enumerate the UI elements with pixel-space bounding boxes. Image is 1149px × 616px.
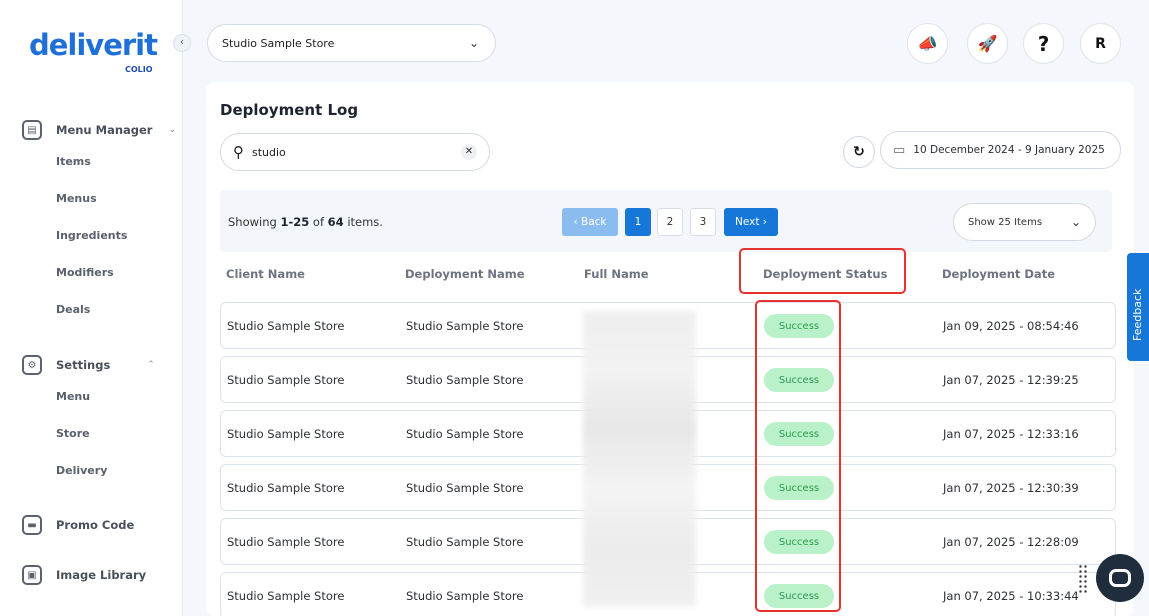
feedback-tab[interactable]: Feedback [1127, 253, 1149, 361]
search-icon: ⚲ [233, 143, 244, 161]
cell-client-name: Studio Sample Store [227, 427, 345, 441]
cell-deployment-date: Jan 07, 2025 - 12:33:16 [943, 427, 1079, 441]
sidebar-group-menu-manager[interactable]: ▤ Menu Manager ⌄ [22, 120, 176, 140]
cell-deployment-date: Jan 07, 2025 - 12:30:39 [943, 481, 1079, 495]
gear-icon: ⚙ [22, 355, 42, 375]
announcement-button[interactable]: 📣 [907, 23, 948, 64]
showing-prefix: Showing [228, 215, 281, 229]
cell-deployment-date: Jan 07, 2025 - 12:28:09 [943, 535, 1079, 549]
search-input[interactable] [252, 145, 461, 159]
showing-count: Showing 1-25 of 64 items. [228, 215, 383, 229]
cell-deployment-name: Studio Sample Store [406, 481, 524, 495]
page-title: Deployment Log [220, 101, 359, 119]
next-button[interactable]: Next › [724, 208, 778, 236]
showing-total: 64 [327, 215, 344, 229]
column-header-deployment-date[interactable]: Deployment Date [942, 267, 1055, 281]
chevron-down-icon[interactable]: ⌄ [168, 125, 176, 135]
chat-button[interactable] [1096, 554, 1144, 602]
avatar-initial: R [1095, 35, 1106, 52]
showing-range: 1-25 [280, 215, 310, 229]
sidebar-item-menu[interactable]: Menu [56, 390, 90, 403]
sidebar-item-ingredients[interactable]: Ingredients [56, 229, 127, 242]
sidebar-item-items[interactable]: Items [56, 155, 91, 168]
showing-of: of [309, 215, 328, 229]
sidebar-group-label: Image Library [56, 568, 147, 582]
sidebar-group-promo-code[interactable]: ▬ Promo Code [22, 515, 134, 535]
chevron-up-icon[interactable]: ⌃ [147, 360, 155, 370]
sidebar-group-image-library[interactable]: ▣ Image Library [22, 565, 146, 585]
back-button[interactable]: ‹ Back [562, 208, 618, 236]
sidebar-group-settings[interactable]: ⚙ Settings ⌃ [22, 355, 155, 375]
cell-deployment-name: Studio Sample Store [406, 319, 524, 333]
collapse-sidebar-button[interactable]: ‹ [173, 34, 191, 52]
sidebar-item-modifiers[interactable]: Modifiers [56, 266, 114, 279]
search-box[interactable]: ⚲ ✕ [220, 133, 490, 171]
cell-client-name: Studio Sample Store [227, 373, 345, 387]
column-header-full-name[interactable]: Full Name [584, 267, 649, 281]
clear-search-icon[interactable]: ✕ [461, 144, 477, 160]
cell-deployment-date: Jan 07, 2025 - 10:33:44 [943, 589, 1079, 603]
column-header-client-name[interactable]: Client Name [226, 267, 305, 281]
sidebar-item-store[interactable]: Store [56, 427, 90, 440]
cell-client-name: Studio Sample Store [227, 589, 345, 603]
page-size-value: Show 25 Items [968, 216, 1043, 228]
redacted-full-name-column [583, 311, 696, 607]
ticket-icon: ▬ [22, 515, 42, 535]
store-select[interactable]: Studio Sample Store ⌄ [207, 24, 496, 62]
page-1-button[interactable]: 1 [625, 208, 651, 236]
megaphone-icon: 📣 [917, 34, 938, 53]
image-icon: ▣ [22, 565, 42, 585]
menu-book-icon: ▤ [22, 120, 42, 140]
date-range-value: 10 December 2024 - 9 January 2025 [913, 144, 1105, 156]
calendar-icon: ▭ [893, 142, 906, 158]
page-2-button[interactable]: 2 [657, 208, 683, 236]
refresh-button[interactable]: ↻ [843, 136, 875, 168]
user-avatar[interactable]: R [1080, 23, 1121, 64]
highlight-status-header [739, 248, 906, 294]
brand-sub: COLIO [125, 65, 153, 74]
cell-deployment-date: Jan 09, 2025 - 08:54:46 [943, 319, 1079, 333]
cell-client-name: Studio Sample Store [227, 535, 345, 549]
cell-client-name: Studio Sample Store [227, 319, 345, 333]
sidebar-group-label: Menu Manager [56, 123, 153, 137]
cell-client-name: Studio Sample Store [227, 481, 345, 495]
date-range-picker[interactable]: ▭ 10 December 2024 - 9 January 2025 [880, 131, 1121, 169]
cell-deployment-name: Studio Sample Store [406, 373, 524, 387]
page-3-button[interactable]: 3 [690, 208, 716, 236]
chat-icon [1109, 569, 1131, 587]
deploy-button[interactable]: 🚀 [967, 23, 1008, 64]
feedback-label: Feedback [1131, 288, 1144, 341]
cell-deployment-date: Jan 07, 2025 - 12:39:25 [943, 373, 1079, 387]
cell-deployment-name: Studio Sample Store [406, 589, 524, 603]
store-select-value: Studio Sample Store [222, 36, 335, 50]
drag-handle-icon[interactable] [1078, 564, 1088, 594]
brand-logo[interactable]: deliverit [29, 28, 158, 62]
sidebar-group-label: Promo Code [56, 518, 135, 532]
help-icon: ? [1037, 31, 1050, 56]
page-size-select[interactable]: Show 25 Items ⌄ [953, 203, 1096, 241]
chevron-down-icon: ⌄ [1070, 215, 1081, 229]
cell-deployment-name: Studio Sample Store [406, 427, 524, 441]
sidebar: deliverit COLIO ▤ Menu Manager ⌄ Items M… [0, 0, 183, 616]
rocket-icon: 🚀 [977, 34, 998, 53]
help-button[interactable]: ? [1023, 23, 1064, 64]
column-header-deployment-name[interactable]: Deployment Name [405, 267, 525, 281]
sidebar-item-deals[interactable]: Deals [56, 303, 90, 316]
cell-deployment-name: Studio Sample Store [406, 535, 524, 549]
chevron-down-icon: ⌄ [468, 36, 479, 50]
refresh-icon: ↻ [853, 144, 865, 160]
sidebar-item-menus[interactable]: Menus [56, 192, 97, 205]
sidebar-item-delivery[interactable]: Delivery [56, 464, 107, 477]
showing-suffix: items. [343, 215, 383, 229]
sidebar-group-label: Settings [56, 358, 111, 372]
highlight-status-column [755, 300, 841, 612]
